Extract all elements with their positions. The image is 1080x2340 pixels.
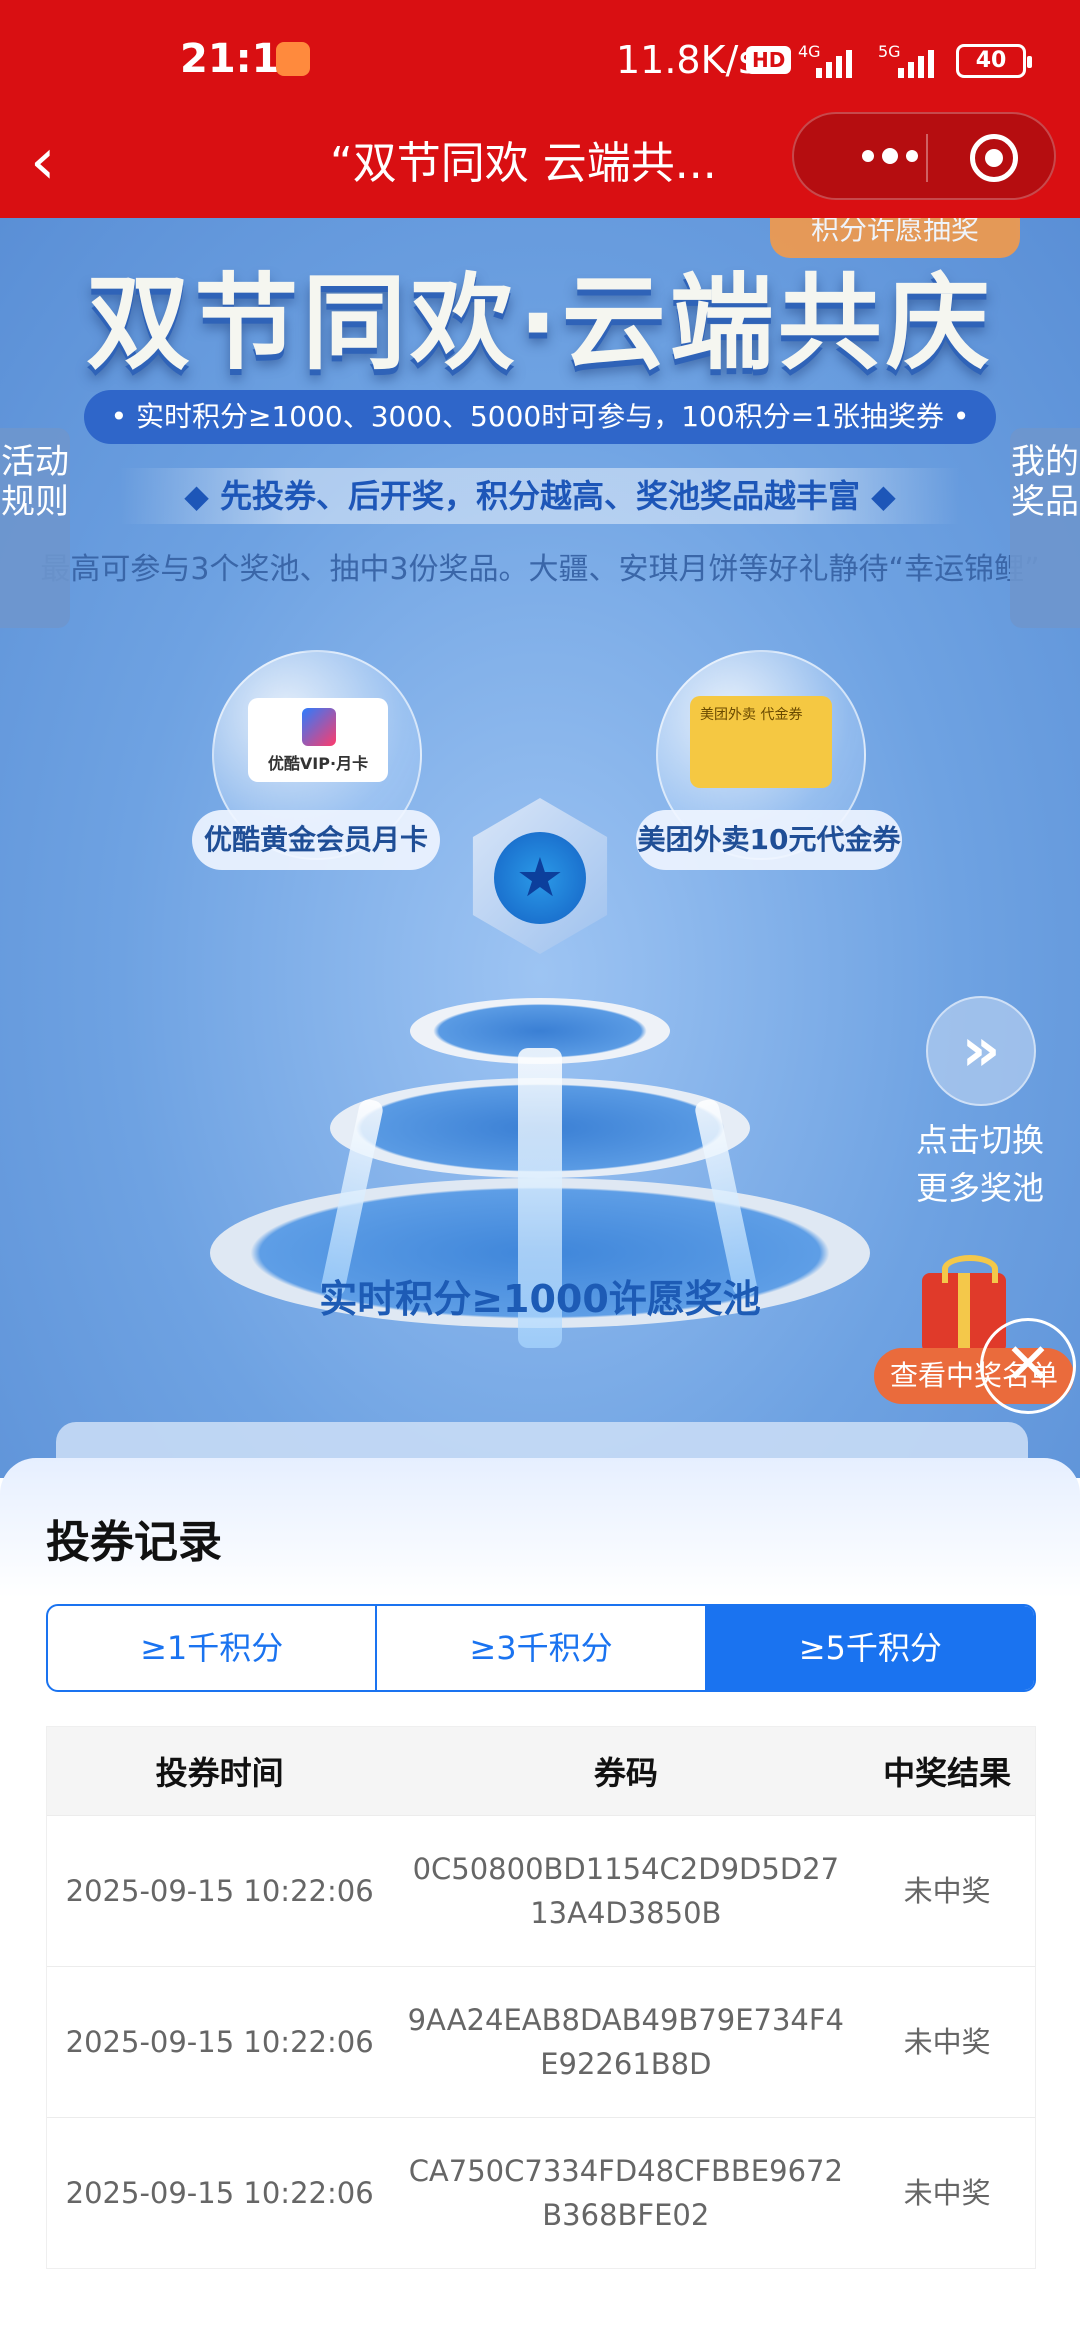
column-header-code: 券码 (593, 1754, 658, 1792)
close-icon[interactable]: ✕ (980, 1318, 1076, 1414)
table-row: 2025-09-15 10:22:06 9AA24EAB8DAB49B79E73… (47, 1966, 1035, 2117)
close-miniprogram-icon[interactable] (970, 134, 1018, 182)
miniprogram-capsule (792, 112, 1056, 200)
banner-description: 最高可参与3个奖池、抽中3份奖品。大疆、安琪月饼等好礼静待“幸运锦鲤” (40, 552, 1040, 587)
prize-label-meituan: 美团外卖10元代金券 (636, 810, 902, 870)
title-bar: ‹ “双节同欢 云端共... (0, 112, 1080, 212)
status-bar: 21:16 11.8K/s HD 4G 5G 40 (0, 34, 1080, 94)
table-header: 投券时间 券码 中奖结果 (47, 1727, 1035, 1815)
row-result: 未中奖 (903, 2025, 991, 2059)
youku-card-text: 优酷VIP·月卡 (267, 754, 369, 773)
row-time: 2025-09-15 10:22:06 (65, 2025, 374, 2059)
table-row: 2025-09-15 10:22:06 0C50800BD1154C2D9D5D… (47, 1815, 1035, 1966)
row-result: 未中奖 (903, 1874, 991, 1908)
signal-icon-2 (898, 44, 934, 78)
switch-pool-text[interactable]: 点击切换 更多奖池 (900, 1116, 1060, 1212)
column-header-result: 中奖结果 (883, 1754, 1012, 1792)
row-code: 9AA24EAB8DAB49B79E734F4E92261B8D (407, 2003, 845, 2081)
capsule-divider (926, 134, 928, 182)
column-header-time: 投券时间 (155, 1754, 284, 1792)
back-icon[interactable]: ‹ (30, 122, 100, 202)
banner-subline: ◆ 先投券、后开奖，积分越高、奖池奖品越丰富 ◆ (120, 468, 960, 524)
page-title: “双节同欢 云端共... (330, 138, 717, 189)
star-icon: ★ (515, 846, 565, 909)
activity-rules-tab[interactable]: 活动规则 (0, 428, 70, 628)
ticket-record-sheet: 投券记录 ≥1千积分 ≥3千积分 ≥5千积分 投券时间 券码 中奖结果 2025… (0, 1458, 1080, 2340)
pool-label: 实时积分≥1000许愿奖池 (319, 1277, 761, 1321)
sheet-title: 投券记录 (46, 1517, 222, 1568)
top-bar: 21:16 11.8K/s HD 4G 5G 40 ‹ “双节同欢 云端共... (0, 0, 1080, 218)
tab-1k-points[interactable]: ≥1千积分 (48, 1606, 378, 1690)
my-prizes-tab[interactable]: 我的奖品 (1010, 428, 1080, 628)
points-tier-tabs: ≥1千积分 ≥3千积分 ≥5千积分 (46, 1604, 1036, 1692)
meituan-voucher-card: 美团外卖 代金券 (690, 696, 832, 788)
banner-title: 双节同欢·云端共庆 (86, 262, 994, 384)
youku-logo-icon (302, 708, 336, 746)
tab-5k-points[interactable]: ≥5千积分 (706, 1606, 1034, 1690)
row-time: 2025-09-15 10:22:06 (65, 2176, 374, 2210)
row-code: 0C50800BD1154C2D9D5D2713A4D3850B (412, 1852, 840, 1930)
row-code: CA750C7334FD48CFBBE9672B368BFE02 (408, 2154, 843, 2232)
table-row: 2025-09-15 10:22:06 CA750C7334FD48CFBBE9… (47, 2117, 1035, 2268)
switch-pool-button[interactable]: » (926, 996, 1036, 1106)
prize-label-youku: 优酷黄金会员月卡 (192, 810, 440, 870)
wishing-fountain-illustration (210, 978, 870, 1478)
battery-icon: 40 (956, 44, 1032, 78)
signal-icon (816, 44, 852, 78)
network-speed: 11.8K/s (616, 38, 759, 82)
banner-rule-pill: • 实时积分≥1000、3000、5000时可参与，100积分=1张抽奖券 • (84, 390, 996, 444)
hd-badge: HD (746, 46, 792, 74)
more-icon[interactable] (830, 114, 950, 198)
ticket-record-table: 投券时间 券码 中奖结果 2025-09-15 10:22:06 0C50800… (46, 1726, 1036, 2269)
row-result: 未中奖 (903, 2176, 991, 2210)
row-time: 2025-09-15 10:22:06 (65, 1874, 374, 1908)
notification-icon (276, 42, 310, 76)
tab-3k-points[interactable]: ≥3千积分 (377, 1606, 707, 1690)
activity-banner: 积分许愿抽奖 双节同欢·云端共庆 • 实时积分≥1000、3000、5000时可… (0, 218, 1080, 1478)
switch-pool-line2: 更多奖池 (915, 1169, 1044, 1207)
switch-pool-line1: 点击切换 (915, 1121, 1044, 1159)
youku-card: 优酷VIP·月卡 (248, 698, 388, 782)
